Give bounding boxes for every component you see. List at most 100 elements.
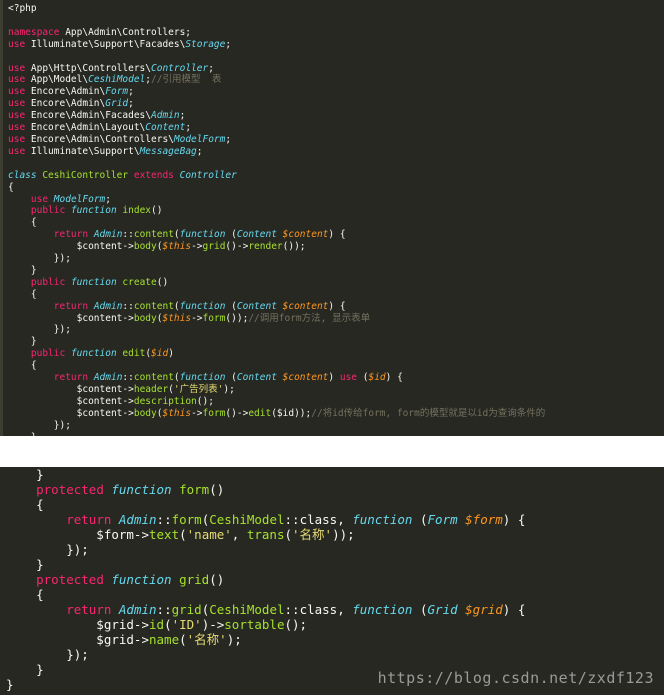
code-token: ; xyxy=(185,122,192,134)
code-token: function xyxy=(70,205,123,217)
code-token: Form xyxy=(427,512,466,527)
code-token: header xyxy=(133,384,169,395)
code-token: namespace xyxy=(8,26,66,38)
code-token: ; xyxy=(225,133,232,145)
code-token: $content-> xyxy=(8,395,134,407)
code-token: $content xyxy=(282,300,329,312)
code-token: edit xyxy=(248,407,272,419)
code-token: , xyxy=(231,527,247,542)
code-token: } xyxy=(6,677,14,692)
code-token: $this xyxy=(162,241,192,253)
code-token: function xyxy=(70,348,123,360)
code-token: $id xyxy=(368,372,386,384)
code-line: use App\Http\Controllers\Controller; xyxy=(8,63,664,75)
code-line: $content->description(); xyxy=(8,396,664,408)
code-token: ); xyxy=(223,384,235,395)
code-token: form xyxy=(171,512,202,527)
code-token: Content xyxy=(236,300,283,312)
code-token: () xyxy=(209,572,225,587)
code-line: { xyxy=(8,217,664,229)
code-token: $grid-> xyxy=(6,632,149,647)
code-line: { xyxy=(8,182,664,194)
code-token: grid xyxy=(179,572,210,587)
code-token: ); xyxy=(226,632,242,647)
code-token: Admin xyxy=(93,372,123,384)
code-token: $this xyxy=(162,312,192,324)
code-token: form xyxy=(179,482,210,497)
code-token: }); xyxy=(8,419,71,431)
code-token: (); xyxy=(196,395,214,407)
code-token: '名称' xyxy=(292,527,333,542)
code-token: Admin xyxy=(93,229,123,241)
code-line: class CeshiController extends Controller xyxy=(8,170,664,182)
code-block-top: <?php namespace App\Admin\Controllers; us… xyxy=(0,0,664,436)
code-token: :: xyxy=(122,372,134,384)
code-token: Admin xyxy=(93,300,123,312)
code-token: use xyxy=(8,86,31,98)
code-token: function xyxy=(111,572,180,587)
code-token: ::class, xyxy=(284,512,353,527)
code-line: use Illuminate\Support\MessageBag; xyxy=(8,146,664,158)
code-token: use xyxy=(8,110,31,122)
code-line: use ModelForm; xyxy=(8,194,664,206)
code-line: } xyxy=(6,467,664,482)
code-line: }); xyxy=(6,542,664,557)
code-token: () xyxy=(156,276,169,288)
code-token: $form-> xyxy=(6,527,149,542)
code-token: CeshiModel xyxy=(209,512,285,527)
code-token: CeshiController xyxy=(42,169,134,181)
code-token: name xyxy=(149,632,180,647)
code-token: edit xyxy=(122,348,146,360)
code-token: $grid-> xyxy=(6,617,149,632)
code-token: )-> xyxy=(201,617,225,632)
code-token: ()); xyxy=(225,312,249,324)
code-token: Admin xyxy=(118,512,157,527)
code-token: Admin xyxy=(118,602,157,617)
code-token: Grid xyxy=(427,602,466,617)
code-token: use xyxy=(8,38,31,50)
code-token: :: xyxy=(156,602,172,617)
code-token: } xyxy=(6,662,44,677)
code-line: $content->body($this->form());//调用form方法… xyxy=(8,313,664,325)
code-token: class xyxy=(8,169,43,181)
code-token: (); xyxy=(284,617,308,632)
code-line: use App\Model\CeshiModel;//引用模型 表 xyxy=(8,74,664,86)
code-line: namespace App\Admin\Controllers; xyxy=(8,27,664,39)
code-token: () xyxy=(151,205,163,217)
code-token: Controller xyxy=(151,62,209,74)
code-token: ( xyxy=(179,632,187,647)
code-token: ($id)); xyxy=(271,407,312,419)
code-token: public xyxy=(30,348,71,360)
code-line: use Encore\Admin\Facades\Admin; xyxy=(8,110,664,122)
code-token: } xyxy=(6,557,44,572)
code-token: protected xyxy=(36,572,112,587)
code-token: ( xyxy=(419,512,428,527)
code-line: public function index() xyxy=(8,205,664,217)
code-token: ) xyxy=(328,372,340,384)
code-token: ; xyxy=(179,110,186,122)
code-token: $form xyxy=(465,512,503,527)
code-token: use xyxy=(8,122,31,134)
code-token: ) { xyxy=(328,300,346,312)
code-line: } xyxy=(8,265,664,277)
code-line: } xyxy=(8,336,664,348)
code-token: body xyxy=(133,241,157,253)
code-token: '名称' xyxy=(186,632,227,647)
code-token: }); xyxy=(8,253,71,265)
code-token: ( xyxy=(419,602,428,617)
code-token: { xyxy=(8,217,37,229)
code-token: use xyxy=(8,145,31,157)
code-line: }); xyxy=(6,647,664,662)
code-token: )); xyxy=(332,527,355,542)
code-token: ) xyxy=(168,348,174,360)
code-token: body xyxy=(133,407,157,419)
code-token: $content xyxy=(282,372,329,384)
code-token: -> xyxy=(191,407,203,419)
code-token: ModelForm xyxy=(173,133,226,145)
